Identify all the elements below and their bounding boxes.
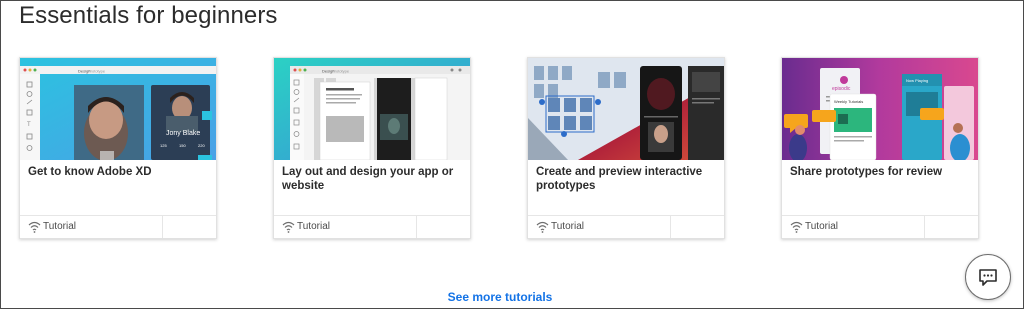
svg-text:220: 220 — [198, 143, 205, 148]
svg-text:Prototype: Prototype — [88, 69, 106, 74]
card-thumbnail: Design Prototype T Jony Blake 125 150 22… — [20, 58, 216, 160]
card-footer: Tutorial — [528, 215, 724, 238]
footer-divider — [924, 216, 925, 238]
tutorial-card-share-prototypes[interactable]: episodic Weekly Tutorials Now Playing Sh… — [781, 57, 979, 239]
svg-text:Prototype: Prototype — [332, 69, 350, 74]
tutorial-card-layout-design[interactable]: Design Prototype Lay out and design your… — [273, 57, 471, 239]
svg-text:125: 125 — [160, 143, 167, 148]
svg-text:T: T — [27, 122, 31, 128]
footer-divider — [162, 216, 163, 238]
card-title[interactable]: Get to know Adobe XD — [28, 165, 208, 179]
svg-text:episodic: episodic — [832, 86, 851, 92]
chat-button[interactable] — [965, 254, 1011, 300]
card-title[interactable]: Share prototypes for review — [790, 165, 970, 179]
section-title: Essentials for beginners — [19, 2, 278, 29]
svg-text:Now Playing: Now Playing — [906, 78, 928, 83]
card-footer: Tutorial — [20, 215, 216, 238]
card-tag: Tutorial — [805, 221, 838, 232]
card-tag: Tutorial — [551, 221, 584, 232]
card-title[interactable]: Lay out and design your app or website — [282, 165, 462, 193]
card-thumbnail: Design Prototype — [274, 58, 470, 160]
chat-bubble-icon — [979, 269, 997, 286]
tutorial-signal-icon — [282, 221, 295, 233]
tutorial-card-interactive-prototypes[interactable]: Create and preview interactive prototype… — [527, 57, 725, 239]
footer-divider — [670, 216, 671, 238]
card-tag: Tutorial — [297, 221, 330, 232]
svg-text:Jony Blake: Jony Blake — [166, 130, 200, 137]
card-thumbnail: episodic Weekly Tutorials Now Playing — [782, 58, 978, 160]
footer-divider — [416, 216, 417, 238]
card-footer: Tutorial — [274, 215, 470, 238]
tutorial-signal-icon — [536, 221, 549, 233]
see-more-tutorials-link[interactable]: See more tutorials — [0, 290, 1000, 304]
card-title[interactable]: Create and preview interactive prototype… — [536, 165, 716, 193]
tutorial-signal-icon — [790, 221, 803, 233]
card-footer: Tutorial — [782, 215, 978, 238]
card-tag: Tutorial — [43, 221, 76, 232]
tutorial-signal-icon — [28, 221, 41, 233]
tutorial-card-get-to-know-xd[interactable]: Design Prototype T Jony Blake 125 150 22… — [19, 57, 217, 239]
svg-text:Weekly Tutorials: Weekly Tutorials — [834, 99, 863, 104]
card-thumbnail — [528, 58, 724, 160]
svg-text:150: 150 — [179, 143, 186, 148]
